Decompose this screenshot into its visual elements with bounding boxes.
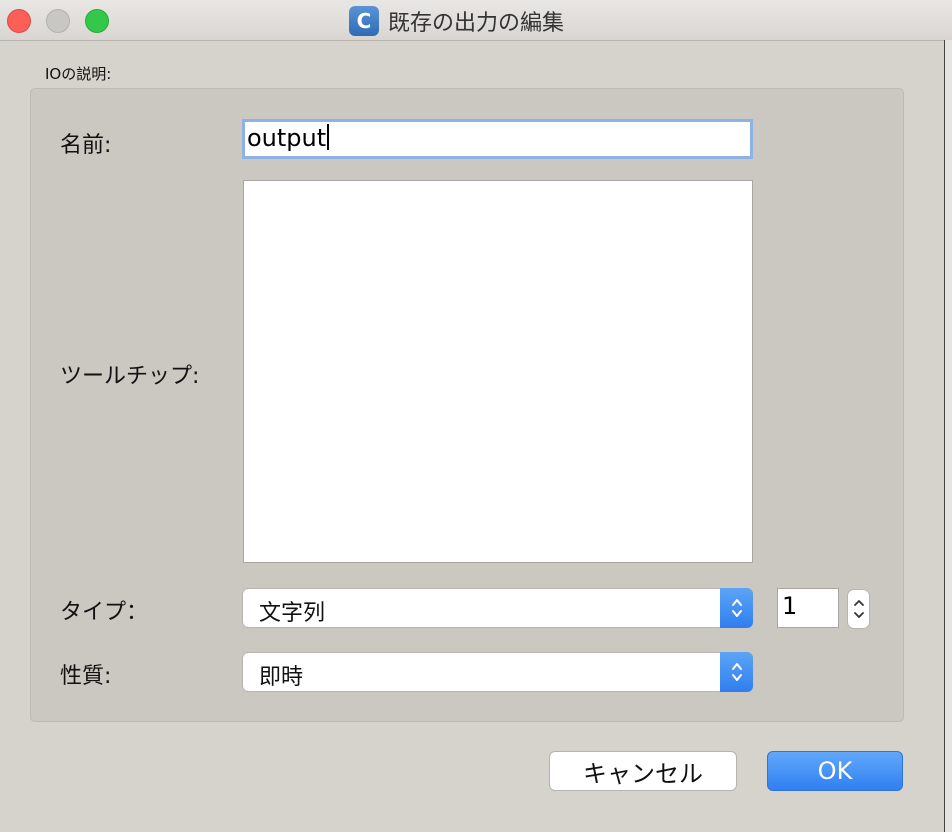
edit-output-dialog: C 既存の出力の編集 IOの説明: 名前: output ツールチップ: タイプ… xyxy=(0,0,952,832)
window-title: 既存の出力の編集 xyxy=(388,11,565,36)
property-label: 性質: xyxy=(60,664,112,689)
property-select[interactable]: 即時 xyxy=(242,652,753,692)
type-label: タイプ： xyxy=(60,600,149,625)
close-window-button[interactable] xyxy=(7,9,31,33)
ok-button[interactable]: OK xyxy=(767,751,903,791)
zoom-window-button[interactable] xyxy=(85,9,109,33)
app-icon: C xyxy=(349,6,379,36)
cancel-button[interactable]: キャンセル xyxy=(549,751,737,791)
title-bar[interactable]: C 既存の出力の編集 xyxy=(0,0,952,41)
chevron-down-icon[interactable] xyxy=(853,611,865,619)
tooltip-textarea[interactable] xyxy=(243,180,753,563)
tooltip-label: ツールチップ: xyxy=(60,364,200,389)
type-select-value: 文字列 xyxy=(259,601,326,626)
type-select-arrow[interactable] xyxy=(720,588,753,628)
count-stepper[interactable] xyxy=(847,589,870,629)
io-description-group-label: IOの説明: xyxy=(45,65,112,83)
name-field-value: output xyxy=(247,124,327,152)
property-select-arrow[interactable] xyxy=(720,652,753,692)
window-edge xyxy=(944,40,952,832)
window-title-group: C 既存の出力の編集 xyxy=(349,6,564,36)
name-field[interactable]: output xyxy=(242,119,753,159)
name-label: 名前: xyxy=(60,133,112,158)
up-down-chevron-icon xyxy=(731,663,742,681)
count-field[interactable]: 1 xyxy=(777,588,839,628)
up-down-chevron-icon xyxy=(731,599,742,617)
property-select-value: 即時 xyxy=(259,665,304,690)
type-select[interactable]: 文字列 xyxy=(242,588,753,628)
minimize-window-button[interactable] xyxy=(46,9,70,33)
chevron-up-icon[interactable] xyxy=(853,599,865,607)
text-caret xyxy=(327,124,330,150)
